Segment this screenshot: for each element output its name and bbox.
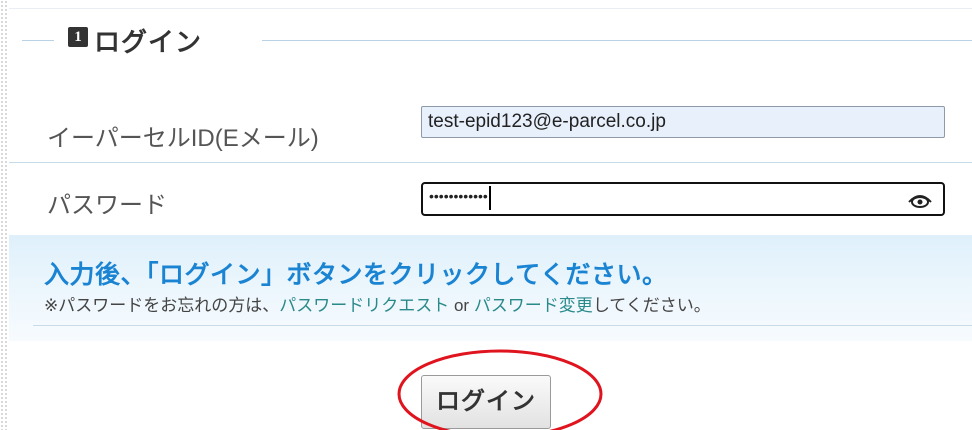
password-request-link[interactable]: パスワードリクエスト	[279, 296, 449, 315]
section-number-icon: 1	[68, 27, 88, 47]
dotted-left-border	[0, 0, 9, 430]
note-or: or	[449, 296, 474, 315]
header-line-right	[262, 40, 972, 41]
note-prefix: ※パスワードをお忘れの方は、	[44, 296, 280, 315]
forgot-password-note: ※パスワードをお忘れの方は、パスワードリクエスト or パスワード変更してくださ…	[44, 291, 711, 316]
eye-icon[interactable]	[907, 189, 933, 209]
email-value: test-epid123@e-parcel.co.jp	[428, 111, 666, 132]
header-line-left	[22, 40, 54, 41]
password-value: ••••••••••••	[429, 188, 488, 205]
password-label: パスワード	[47, 192, 167, 219]
text-caret	[488, 186, 491, 210]
email-label: イーパーセルID(Eメール)	[47, 125, 319, 152]
password-field[interactable]: ••••••••••••	[421, 182, 945, 216]
note-suffix: してください。	[592, 296, 711, 315]
email-row: イーパーセルID(Eメール) test-epid123@e-parcel.co.…	[9, 100, 972, 163]
instruction-text: 入力後、「ログイン」ボタンをクリックしてください。	[44, 261, 668, 289]
section-title: ログイン	[94, 27, 203, 57]
highlight-ellipse	[397, 349, 603, 430]
password-row: パスワード ••••••••••••	[9, 163, 972, 235]
info-band: 入力後、「ログイン」ボタンをクリックしてください。 ※パスワードをお忘れの方は、…	[9, 235, 972, 341]
password-change-link[interactable]: パスワード変更	[474, 296, 593, 315]
section-header: 1 ログイン	[14, 16, 972, 66]
top-divider	[9, 8, 972, 9]
info-divider	[33, 325, 972, 326]
email-field[interactable]: test-epid123@e-parcel.co.jp	[421, 106, 945, 138]
